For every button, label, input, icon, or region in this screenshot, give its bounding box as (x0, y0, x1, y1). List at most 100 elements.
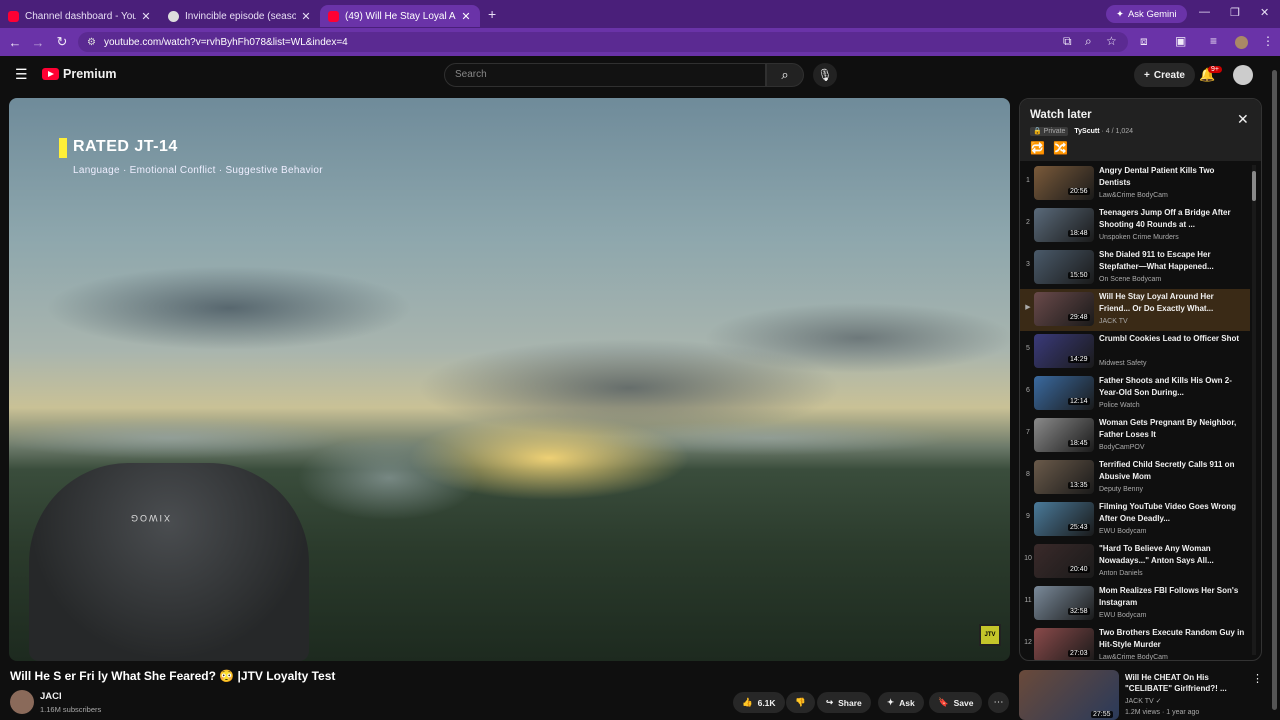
search-input[interactable]: Search (444, 63, 766, 87)
channel-name[interactable]: On Scene Bodycam (1099, 276, 1161, 283)
cast-icon[interactable]: ⧉ (1063, 34, 1072, 49)
tab-invincible[interactable]: Invincible episode (season 2, ep ✕ (160, 5, 320, 27)
youtube-logo[interactable]: Premium (42, 67, 117, 81)
loop-icon[interactable]: 🔁 (1030, 141, 1045, 155)
video-title[interactable]: Woman Gets Pregnant By Neighbor, Father … (1099, 417, 1245, 441)
channel-name[interactable]: Unspoken Crime Murders (1099, 234, 1179, 241)
video-title[interactable]: Crumbl Cookies Lead to Officer Shot (1099, 333, 1245, 345)
sparkle-icon: ✦ (887, 697, 895, 707)
close-icon[interactable]: ✕ (300, 10, 312, 23)
gaming-chair (29, 463, 309, 661)
video-title[interactable]: Filming YouTube Video Goes Wrong After O… (1099, 501, 1245, 525)
account-avatar[interactable] (1233, 65, 1253, 85)
url-field[interactable]: ⚙ youtube.com/watch?v=rvhByhFh078&list=W… (78, 32, 1128, 52)
reload-icon[interactable]: ↻ (51, 34, 73, 50)
video-title[interactable]: "Hard To Believe Any Woman Nowadays..." … (1099, 543, 1245, 567)
like-button[interactable]: 👍 6.1K (733, 692, 785, 713)
channel-name[interactable]: JACI (40, 691, 62, 702)
more-icon[interactable]: ⋮ (1252, 672, 1263, 685)
video-title[interactable]: Will He Stay Loyal Around Her Friend... … (1099, 291, 1245, 315)
playlist-scrollbar[interactable] (1252, 165, 1256, 655)
address-bar-row: ← → ↻ ⚙ youtube.com/watch?v=rvhByhFh078&… (0, 28, 1280, 56)
playlist-item[interactable]: 5 14:29 Crumbl Cookies Lead to Officer Sho… (1020, 331, 1250, 373)
page-scrollbar[interactable] (1271, 60, 1278, 720)
playlist-item[interactable]: 2 18:48 Teenagers Jump Off a Bridge After … (1020, 205, 1250, 247)
channel-name[interactable]: BodyCamPOV (1099, 444, 1145, 451)
playlist-owner[interactable]: TyScutt (1074, 128, 1099, 135)
ask-gemini-button[interactable]: ✦ Ask Gemini (1106, 5, 1187, 23)
video-title[interactable]: Terrified Child Secretly Calls 911 on Ab… (1099, 459, 1245, 483)
scrollbar-thumb[interactable] (1252, 171, 1256, 201)
zoom-icon[interactable]: ⌕ (1085, 34, 1092, 49)
video-title[interactable]: Mom Realizes FBI Follows Her Son's Insta… (1099, 585, 1245, 609)
video-title[interactable]: Teenagers Jump Off a Bridge After Shooti… (1099, 207, 1245, 231)
playlist-item[interactable]: 12 27:03 Two Brothers Execute Random Guy i… (1020, 625, 1250, 660)
video-duration: 12:14 (1068, 398, 1090, 405)
channel-watermark[interactable]: JTV (979, 624, 1001, 646)
close-window-icon[interactable]: ✕ (1260, 6, 1269, 19)
page-scrollbar-thumb[interactable] (1272, 70, 1277, 710)
playlist-item[interactable]: 6 12:14 Father Shoots and Kills His Own 2-… (1020, 373, 1250, 415)
playlist-item[interactable]: 3 15:50 She Dialed 911 to Escape Her Stepf… (1020, 247, 1250, 289)
menu-icon[interactable]: ☰ (15, 67, 28, 81)
playlist-item[interactable]: 11 32:58 Mom Realizes FBI Follows Her Son'… (1020, 583, 1250, 625)
video-title[interactable]: Will He CHEAT On His "CELIBATE" Girlfrie… (1125, 672, 1243, 694)
video-player[interactable]: RATED JT-14 Language · Emotional Conflic… (9, 98, 1010, 661)
share-button[interactable]: ↪ Share (817, 692, 871, 713)
video-title[interactable]: Two Brothers Execute Random Guy in Hit-S… (1099, 627, 1245, 651)
playlist-item[interactable]: 1 20:56 Angry Dental Patient Kills Two Den… (1020, 163, 1250, 205)
bookmark-star-icon[interactable]: ☆ (1106, 34, 1117, 48)
search-button[interactable]: ⌕ (766, 63, 804, 87)
voice-search-button[interactable]: 🎙 (813, 63, 837, 87)
minimize-icon[interactable]: — (1199, 6, 1210, 18)
save-button[interactable]: 🔖 Save (929, 692, 983, 713)
new-tab-button[interactable]: + (488, 6, 496, 22)
media-icon[interactable]: ≡ (1210, 34, 1217, 48)
channel-name[interactable]: Law&Crime BodyCam (1099, 654, 1168, 660)
dislike-button[interactable]: 👎 (786, 692, 815, 713)
channel-name[interactable]: Anton Daniels (1099, 570, 1143, 577)
close-icon[interactable]: ✕ (460, 10, 472, 23)
playlist-item[interactable]: 9 25:43 Filming YouTube Video Goes Wrong A… (1020, 499, 1250, 541)
channel-name[interactable]: Police Watch (1099, 402, 1140, 409)
split-view-icon[interactable]: ▣ (1175, 34, 1186, 48)
channel-name[interactable]: JACK TV (1099, 318, 1128, 325)
forward-icon[interactable]: → (27, 35, 49, 50)
youtube-icon (328, 10, 339, 22)
playlist-panel: Watch later 🔒 Private TyScutt · 4 / 1,02… (1019, 98, 1262, 661)
close-icon[interactable]: ✕ (1237, 111, 1249, 128)
create-button[interactable]: + Create (1134, 63, 1195, 87)
restore-icon[interactable]: ❐ (1230, 6, 1240, 19)
channel-name[interactable]: EWU Bodycam (1099, 528, 1146, 535)
site-info-icon[interactable]: ⚙ (87, 37, 96, 48)
ask-button[interactable]: ✦ Ask (878, 692, 924, 713)
tab-channel-dashboard[interactable]: Channel dashboard - YouTube ✕ (0, 5, 160, 27)
back-icon[interactable]: ← (4, 35, 26, 50)
playlist-item[interactable]: ▶ 29:48 Will He Stay Loyal Around Her Frie… (1020, 289, 1250, 331)
close-icon[interactable]: ✕ (140, 10, 152, 23)
rating-descriptors: Language · Emotional Conflict · Suggesti… (73, 165, 323, 176)
shuffle-icon[interactable]: 🔀 (1053, 141, 1068, 155)
video-title[interactable]: Father Shoots and Kills His Own 2-Year-O… (1099, 375, 1245, 399)
browser-menu-icon[interactable]: ⋮ (1262, 34, 1274, 48)
youtube-header: ☰ Premium Search ⌕ 🎙 + Create 🔔 (0, 56, 1280, 94)
playlist-item[interactable]: 7 18:45 Woman Gets Pregnant By Neighbor, F… (1020, 415, 1250, 457)
channel-name[interactable]: Law&Crime BodyCam (1099, 192, 1168, 199)
channel-name[interactable]: JACK TV ✓ (1125, 697, 1161, 705)
recommended-video[interactable]: 27:55 Will He CHEAT On His "CELIBATE" Gi… (1019, 670, 1263, 720)
profile-avatar[interactable] (1235, 36, 1248, 49)
tab-current-video[interactable]: (49) Will He Stay Loyal Around ✕ (320, 5, 480, 27)
video-title[interactable]: Angry Dental Patient Kills Two Dentists (1099, 165, 1245, 189)
playlist-title[interactable]: Watch later (1030, 109, 1092, 121)
extensions-icon[interactable]: ⧈ (1140, 34, 1148, 49)
playlist-item[interactable]: 10 20:40 "Hard To Believe Any Woman Nowada… (1020, 541, 1250, 583)
channel-name[interactable]: EWU Bodycam (1099, 612, 1146, 619)
youtube-icon (8, 10, 19, 22)
more-actions-button[interactable]: ⋯ (988, 692, 1009, 713)
channel-name[interactable]: Deputy Benny (1099, 486, 1143, 493)
channel-name[interactable]: Midwest Safety (1099, 360, 1146, 367)
playlist-item[interactable]: 8 13:35 Terrified Child Secretly Calls 911… (1020, 457, 1250, 499)
channel-avatar[interactable] (10, 690, 34, 714)
video-title[interactable]: She Dialed 911 to Escape Her Stepfather—… (1099, 249, 1245, 273)
thumbs-down-icon: 👎 (795, 697, 806, 707)
